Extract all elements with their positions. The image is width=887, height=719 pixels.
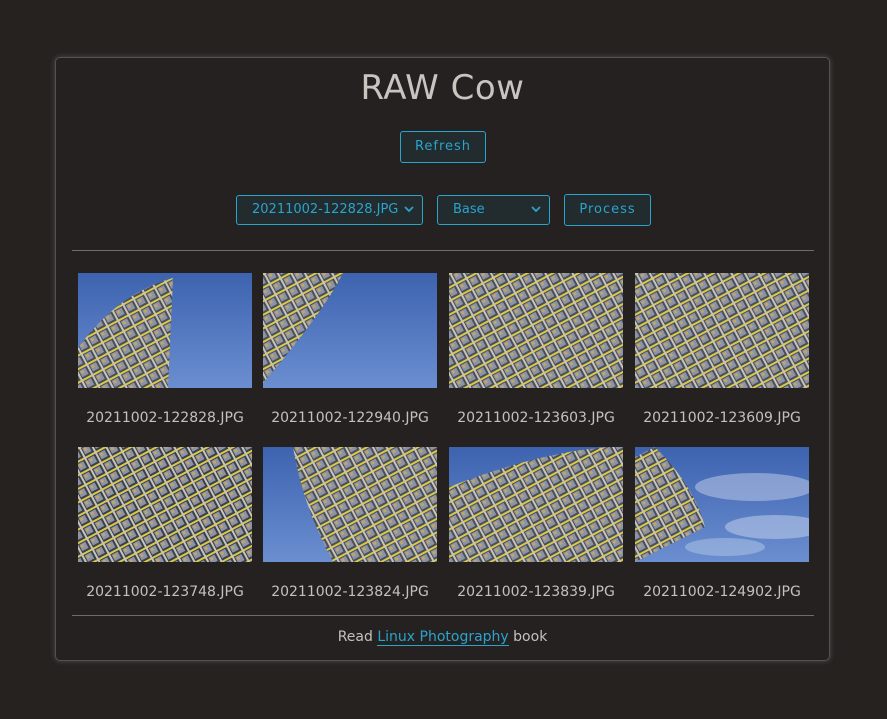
main-card: RAW Cow Refresh 20211002-122828.JPG Base… xyxy=(55,57,830,661)
thumbnail-filename: 20211002-123824.JPG xyxy=(271,584,429,600)
thumbnail-filename: 20211002-122828.JPG xyxy=(86,410,244,426)
footer-prefix: Read xyxy=(337,629,373,645)
thumbnail-image[interactable] xyxy=(449,447,623,562)
preset-select-value: Base xyxy=(453,202,485,217)
thumbnail-filename: 20211002-123839.JPG xyxy=(457,584,615,600)
thumbnail-image[interactable] xyxy=(263,273,437,388)
gallery-item[interactable]: 20211002-122828.JPG xyxy=(78,273,252,426)
thumbnail-filename: 20211002-124902.JPG xyxy=(643,584,801,600)
gallery-item[interactable]: 20211002-123609.JPG xyxy=(635,273,809,426)
footer-suffix: book xyxy=(513,629,548,645)
file-select[interactable]: 20211002-122828.JPG xyxy=(236,195,423,225)
gallery-item[interactable]: 20211002-123839.JPG xyxy=(449,447,623,600)
thumbnail-filename: 20211002-122940.JPG xyxy=(271,410,429,426)
bottom-divider xyxy=(72,615,814,616)
thumbnail-filename: 20211002-123609.JPG xyxy=(643,410,801,426)
footer: Read Linux Photography book xyxy=(56,629,829,646)
refresh-button[interactable]: Refresh xyxy=(400,131,486,163)
page-title: RAW Cow xyxy=(360,68,525,108)
thumbnail-image[interactable] xyxy=(635,273,809,388)
gallery-item[interactable]: 20211002-123748.JPG xyxy=(78,447,252,600)
thumbnail-filename: 20211002-123748.JPG xyxy=(86,584,244,600)
top-divider xyxy=(72,250,814,251)
file-select-value: 20211002-122828.JPG xyxy=(252,202,399,217)
gallery-item[interactable]: 20211002-123603.JPG xyxy=(449,273,623,426)
thumbnail-image[interactable] xyxy=(78,273,252,388)
preset-select[interactable]: Base xyxy=(437,195,550,225)
book-link[interactable]: Linux Photography xyxy=(377,629,509,646)
thumbnail-image[interactable] xyxy=(635,447,809,562)
gallery-item[interactable]: 20211002-123824.JPG xyxy=(263,447,437,600)
chevron-down-icon xyxy=(531,196,541,224)
thumbnail-image[interactable] xyxy=(78,447,252,562)
gallery-item[interactable]: 20211002-122940.JPG xyxy=(263,273,437,426)
gallery-item[interactable]: 20211002-124902.JPG xyxy=(635,447,809,600)
chevron-down-icon xyxy=(404,196,414,224)
thumbnail-filename: 20211002-123603.JPG xyxy=(457,410,615,426)
thumbnail-image[interactable] xyxy=(449,273,623,388)
thumbnail-image[interactable] xyxy=(263,447,437,562)
process-button[interactable]: Process xyxy=(564,194,651,226)
